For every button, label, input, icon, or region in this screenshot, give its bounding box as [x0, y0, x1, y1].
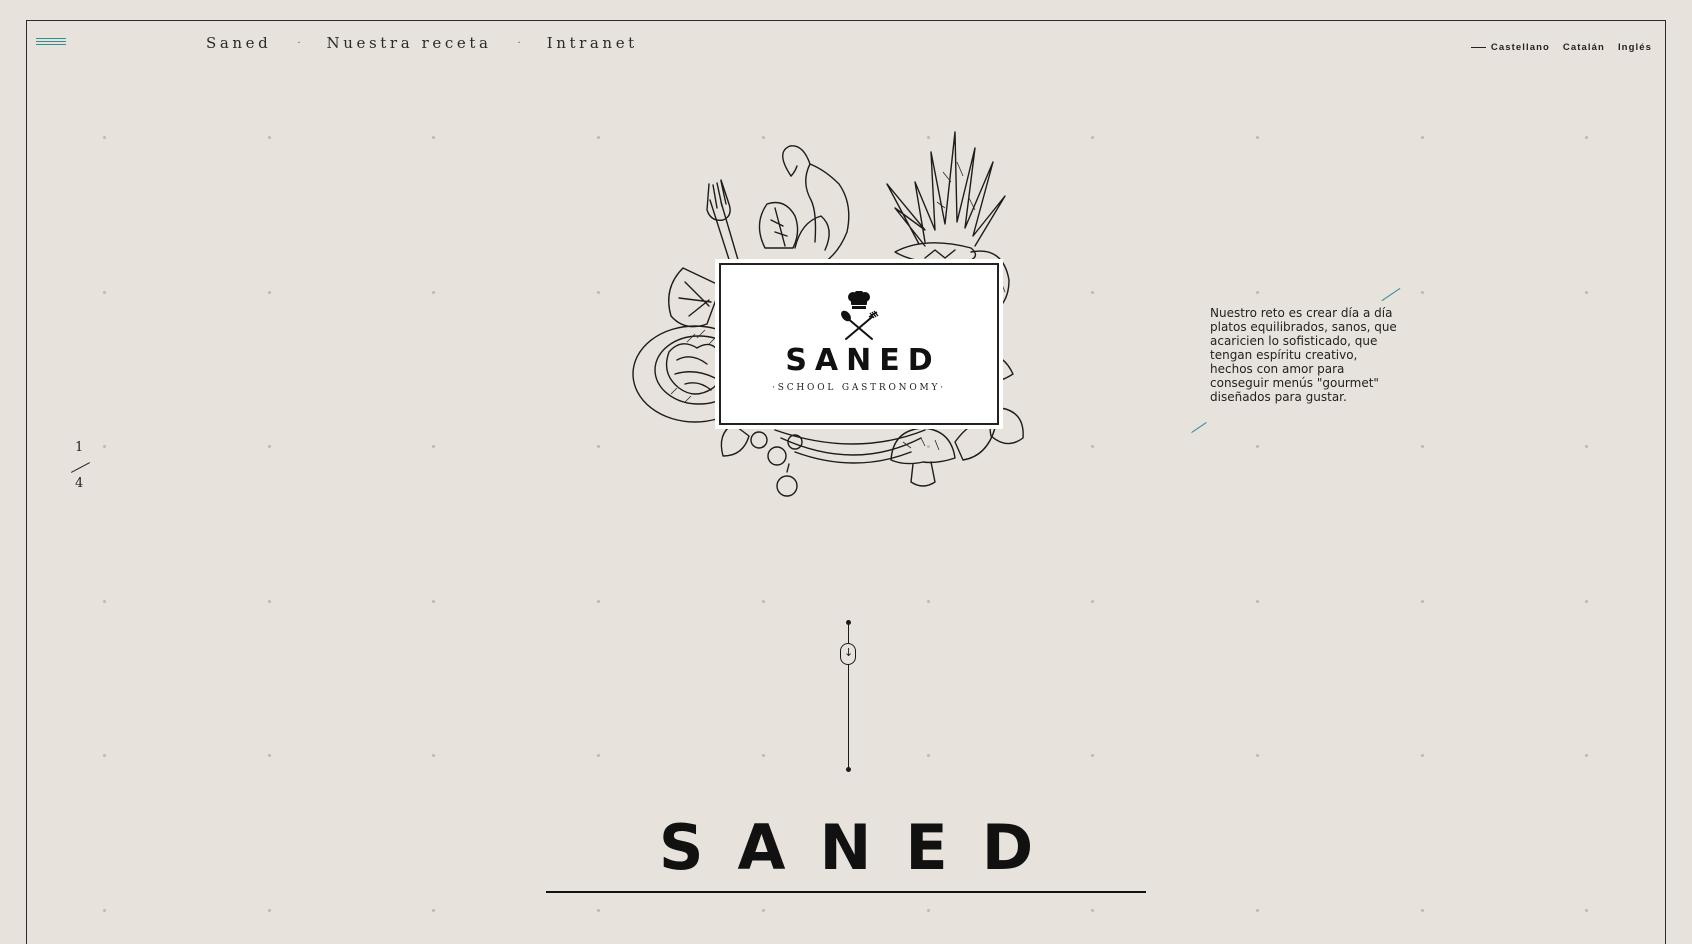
scroll-down-arrow-icon: ↓: [844, 646, 854, 659]
grid-dot: [103, 909, 106, 912]
grid-dot: [761, 599, 765, 603]
hamburger-icon-line: [36, 44, 66, 45]
orange-slice-icon: [668, 267, 722, 328]
grid-dot: [1420, 445, 1424, 449]
grid-dot: [1420, 136, 1424, 139]
pineapple-icon: [886, 131, 1006, 265]
pager-divider: [70, 462, 91, 473]
grid-dot: [103, 290, 106, 294]
hamburger-menu-button[interactable]: [36, 36, 68, 48]
grid-dot: [1091, 290, 1095, 294]
logo-tagline: ·SCHOOL GASTRONOMY·: [772, 383, 946, 393]
lang-catalan[interactable]: Catalán: [1563, 42, 1605, 53]
grid-dot: [267, 290, 271, 294]
logo-wordmark: SANED: [785, 343, 941, 378]
page: Saned · Nuestra receta · Intranet Castel…: [0, 0, 1692, 944]
language-switcher: Castellano Catalán Inglés: [1470, 42, 1652, 53]
grid-dot: [761, 909, 765, 912]
scroll-track-start: [846, 620, 851, 625]
main-nav: Saned · Nuestra receta · Intranet: [206, 34, 638, 52]
grid-dot: [1420, 909, 1424, 912]
grid-dot: [597, 599, 601, 603]
grid-dot: [267, 909, 271, 912]
grid-dot: [1255, 290, 1259, 294]
chef-hat-spoon-fork-icon: [841, 291, 879, 340]
fork-icon: [706, 179, 742, 273]
grid-dot: [926, 909, 930, 912]
blueberries-icon: [750, 431, 803, 497]
slide-pager: 1 4: [64, 440, 94, 496]
pager-total: 4: [75, 476, 84, 491]
grid-dot: [103, 136, 106, 139]
grid-dot: [597, 290, 601, 294]
mission-statement: Nuestro reto es crear día a día platos e…: [1210, 306, 1397, 404]
grid-dot: [1420, 290, 1424, 294]
nav-link-intranet[interactable]: Intranet: [547, 34, 638, 52]
grid-dot: [1091, 599, 1095, 603]
logo-card: SANED ·SCHOOL GASTRONOMY·: [715, 259, 1003, 429]
nav-separator: ·: [517, 37, 521, 49]
hero-title: SANED: [658, 811, 1068, 884]
lang-ingles[interactable]: Inglés: [1618, 42, 1652, 53]
grid-dot: [267, 445, 271, 449]
scroll-track-end: [846, 767, 851, 772]
hero-illustration: SANED ·SCHOOL GASTRONOMY·: [625, 112, 1055, 512]
grid-dot: [1420, 599, 1424, 603]
nav-link-nuestra-receta[interactable]: Nuestra receta: [327, 34, 492, 52]
pepper-icon: [782, 145, 850, 263]
nav-separator: ·: [297, 37, 301, 49]
active-language-dash: [1470, 47, 1486, 48]
grid-dot: [926, 599, 930, 603]
herb-leaves-icon: [758, 201, 830, 251]
hamburger-icon-line: [36, 38, 66, 39]
grid-dot: [103, 599, 106, 603]
grid-dot: [267, 136, 271, 139]
grid-dot: [1255, 136, 1259, 139]
hero-title-underline: [546, 891, 1146, 893]
lang-castellano[interactable]: Castellano: [1491, 42, 1550, 53]
grid-dot: [267, 599, 271, 603]
nav-link-saned[interactable]: Saned: [206, 34, 271, 52]
hamburger-icon-line: [36, 41, 66, 42]
grid-dot: [1255, 599, 1259, 603]
mushroom-icon: [890, 427, 956, 487]
grid-dot: [1585, 290, 1589, 294]
scroll-down-button[interactable]: ↓: [840, 643, 856, 665]
pager-current: 1: [75, 440, 84, 455]
grid-dot: [1255, 909, 1259, 912]
